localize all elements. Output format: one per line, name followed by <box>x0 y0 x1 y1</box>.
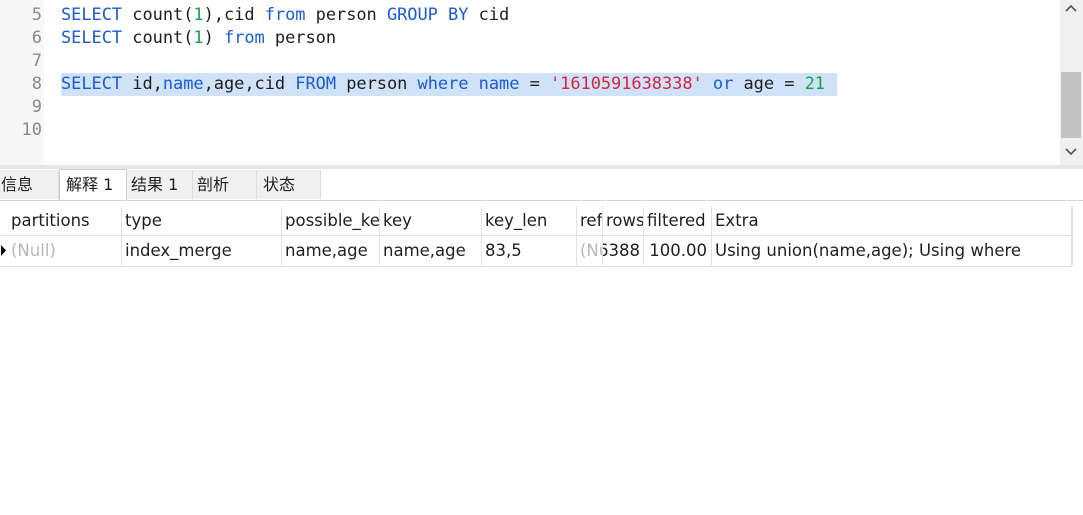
line-number: 5 <box>31 5 42 25</box>
cell-key-len[interactable]: 83,5 <box>482 236 577 265</box>
tab-profile[interactable]: 剖析 <box>193 170 257 199</box>
code-text: id, <box>122 74 163 94</box>
result-tab-bar: 信息 解释 1 结果 1 剖析 状态 <box>0 169 1083 201</box>
cell-key[interactable]: name,age <box>380 236 482 265</box>
code-keyword: from <box>264 5 306 25</box>
code-line-6[interactable]: SELECT count(1) from person <box>61 27 336 50</box>
code-text: ),cid <box>203 5 265 25</box>
row-pointer-icon <box>0 236 8 265</box>
cell-filtered[interactable]: 100.00 <box>644 236 712 265</box>
line-number: 10 <box>21 120 42 140</box>
column-header-filtered[interactable]: filtered <box>644 206 712 235</box>
scrollbar-thumb[interactable] <box>1061 72 1081 138</box>
line-number: 8 <box>31 74 42 94</box>
code-line-8-selected[interactable]: SELECT id,name,age,cid FROM person where… <box>61 73 837 96</box>
code-text: person <box>305 5 387 25</box>
code-text: count( <box>122 28 194 48</box>
column-header-rows[interactable]: rows <box>603 206 644 235</box>
cell-rows[interactable]: 6388 <box>603 236 644 265</box>
column-header-partitions[interactable]: partitions <box>8 206 122 235</box>
code-text: ,age,cid <box>203 74 296 94</box>
column-header-type[interactable]: type <box>122 206 282 235</box>
column-header-extra[interactable]: Extra <box>712 206 1072 235</box>
code-keyword: GROUP BY <box>386 5 469 25</box>
cell-partitions[interactable]: (Null) <box>8 236 122 265</box>
code-keyword: name <box>478 74 520 94</box>
code-keyword: where <box>417 74 469 94</box>
code-keyword: SELECT <box>61 28 123 48</box>
code-text: person <box>264 28 337 48</box>
sql-editor[interactable]: 5 6 7 8 9 10 SELECT count(1),cid from pe… <box>0 0 1083 165</box>
cell-type[interactable]: index_merge <box>122 236 282 265</box>
code-text: cid <box>468 5 510 25</box>
grid-right-border <box>1072 206 1073 265</box>
tab-result-1[interactable]: 结果 1 <box>127 170 193 199</box>
code-string: '1610591638338' <box>549 74 703 94</box>
code-number: 1 <box>193 5 204 25</box>
line-number-gutter: 5 6 7 8 9 10 <box>0 0 44 165</box>
tab-explain-1[interactable]: 解释 1 <box>59 169 127 200</box>
code-text: person <box>336 74 418 94</box>
table-row[interactable]: (Null) index_merge name,age name,age 83,… <box>0 235 1072 267</box>
code-number: 21 <box>804 74 825 94</box>
cell-ref[interactable]: (Null) <box>577 236 603 265</box>
code-text: = <box>519 74 550 94</box>
code-keyword: from <box>223 28 265 48</box>
explain-result-grid: partitions type possible_keys key key_le… <box>0 206 1083 267</box>
code-keyword: name <box>162 74 204 94</box>
column-header-ref[interactable]: ref <box>577 206 603 235</box>
code-text: count( <box>122 5 194 25</box>
code-keyword: SELECT <box>61 5 123 25</box>
code-keyword: FROM <box>295 74 337 94</box>
column-header-possible-keys[interactable]: possible_keys <box>282 206 380 235</box>
editor-vertical-scrollbar[interactable] <box>1060 0 1083 165</box>
chevron-down-icon[interactable] <box>1064 144 1078 158</box>
tab-status[interactable]: 状态 <box>257 170 321 199</box>
code-text: ) <box>203 28 224 48</box>
code-number: 1 <box>193 28 204 48</box>
line-number: 9 <box>31 97 42 117</box>
grid-header-row: partitions type possible_keys key key_le… <box>0 206 1072 236</box>
cell-extra[interactable]: Using union(name,age); Using where <box>712 236 1072 265</box>
line-number: 6 <box>31 28 42 48</box>
cell-possible-keys[interactable]: name,age <box>282 236 380 265</box>
tab-info[interactable]: 信息 <box>0 170 59 199</box>
chevron-up-icon[interactable] <box>1064 2 1078 16</box>
code-line-5[interactable]: SELECT count(1),cid from person GROUP BY… <box>61 4 509 27</box>
code-text: age = <box>733 74 805 94</box>
code-keyword: or <box>712 74 734 94</box>
line-number: 7 <box>31 51 42 71</box>
column-header-key[interactable]: key <box>380 206 482 235</box>
code-keyword: SELECT <box>61 74 123 94</box>
column-header-key-len[interactable]: key_len <box>482 206 577 235</box>
